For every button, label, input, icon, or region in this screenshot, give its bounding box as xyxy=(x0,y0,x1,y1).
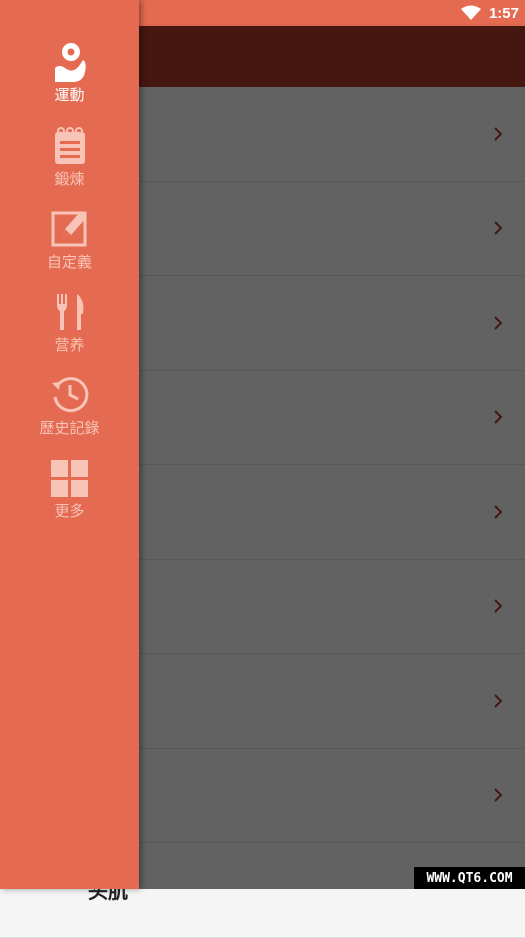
nav-item-label: 自定義 xyxy=(46,253,92,271)
nav-item-more[interactable]: 更多 xyxy=(0,456,139,536)
nav-item-exercise[interactable]: 運動 xyxy=(0,40,139,120)
notepad-icon xyxy=(54,127,85,164)
nav-item-history[interactable]: 歷史記錄 xyxy=(0,373,139,453)
nav-item-label: 鍛煉 xyxy=(54,170,85,188)
nav-item-label: 歷史記錄 xyxy=(39,419,100,437)
muscle-arm-icon xyxy=(54,43,86,82)
history-icon xyxy=(51,377,88,413)
nav-item-label: 運動 xyxy=(54,86,85,104)
nav-item-custom[interactable]: 自定義 xyxy=(0,207,139,287)
navigation-drawer: 運動 鍛煉 自定義 营养 歷史記錄 更多 xyxy=(0,0,139,889)
wifi-icon xyxy=(460,5,481,20)
nav-item-label: 更多 xyxy=(54,502,85,520)
status-time: 1:57 xyxy=(488,4,519,22)
nav-item-nutrition[interactable]: 营养 xyxy=(0,290,139,370)
nav-item-workout[interactable]: 鍛煉 xyxy=(0,124,139,204)
fork-knife-icon xyxy=(56,294,83,330)
watermark: WWW.QT6.COM xyxy=(414,867,525,889)
edit-icon xyxy=(51,211,87,247)
grid-icon xyxy=(50,460,88,497)
nav-item-label: 营养 xyxy=(54,336,85,354)
